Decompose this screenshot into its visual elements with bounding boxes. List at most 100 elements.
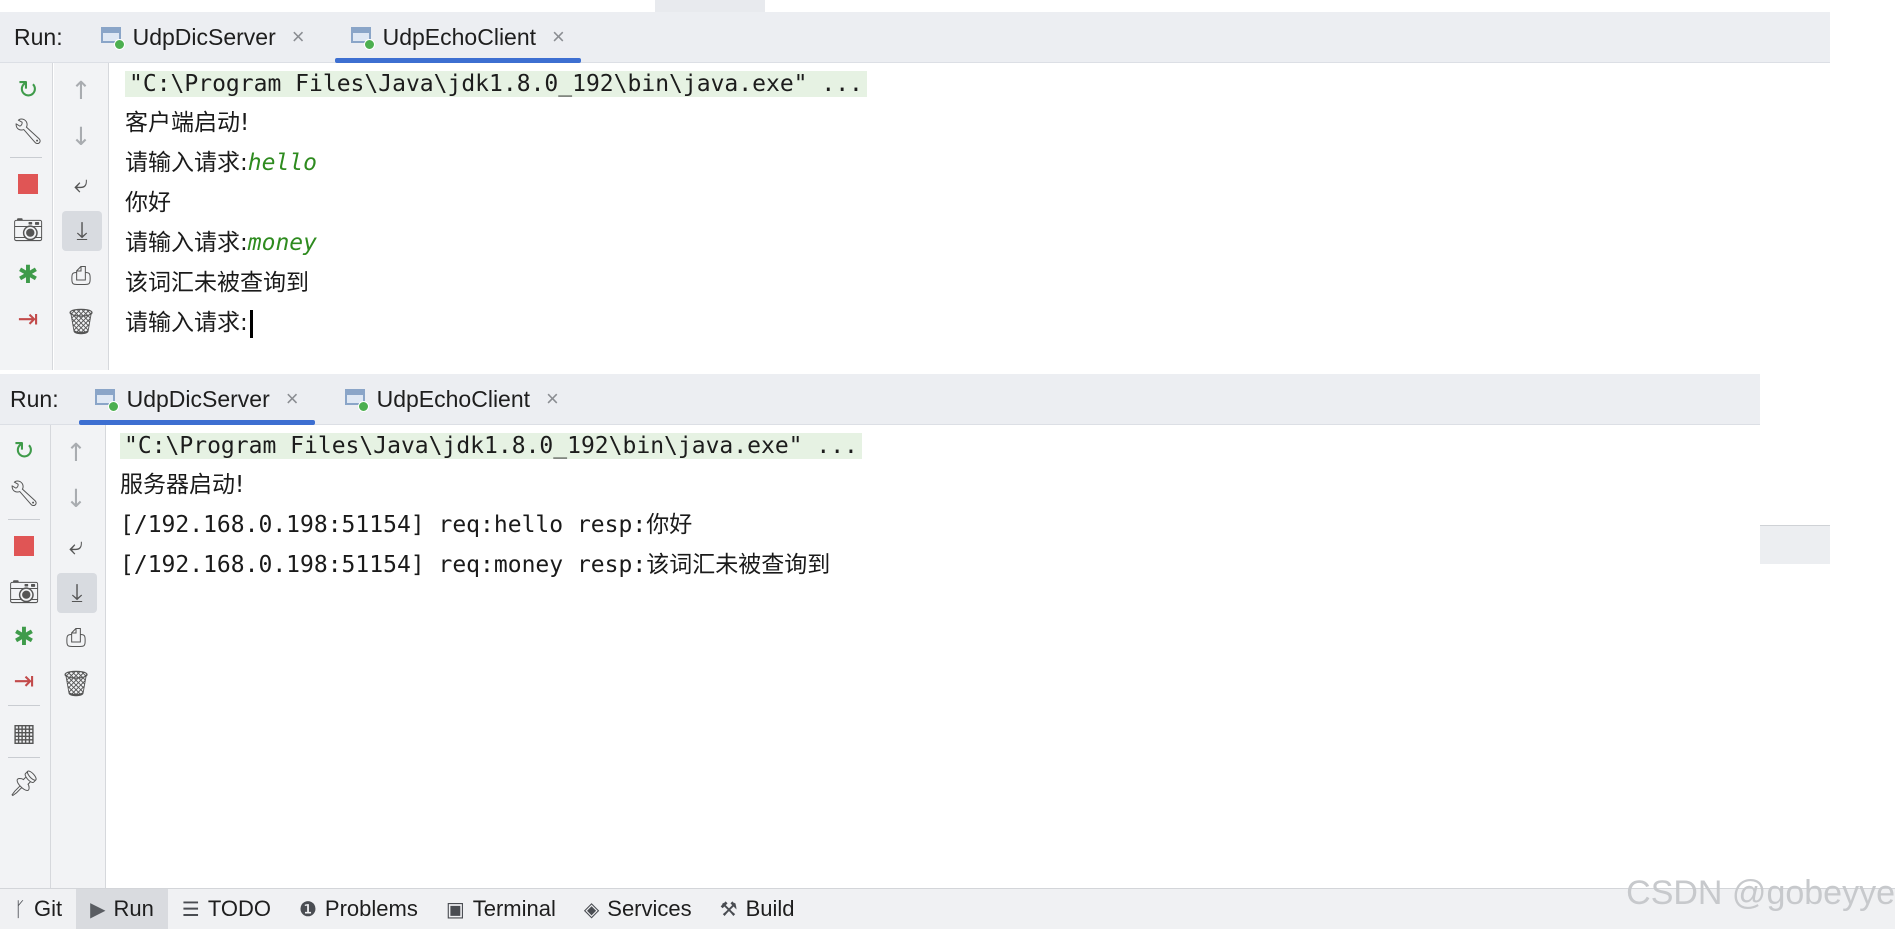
tool-tab-label: Git xyxy=(34,896,63,921)
tool-tab-label: Terminal xyxy=(472,896,556,921)
tool-tab-build[interactable]: ⚒ Build xyxy=(706,889,809,929)
command-text: "C:\Program Files\Java\jdk1.8.0_192\bin\… xyxy=(125,71,867,97)
rerun-icon[interactable]: ↻ xyxy=(7,433,41,467)
terminal-icon: ▣ xyxy=(445,897,465,921)
todo-list-icon: ☰ xyxy=(181,897,200,921)
wrench-icon[interactable]: 🔧︎ xyxy=(11,115,45,149)
toolbar-separator xyxy=(10,157,42,158)
stop-icon[interactable] xyxy=(11,167,45,201)
tab-udp-dic-server[interactable]: UdpDicServer × xyxy=(85,12,321,62)
close-icon[interactable]: × xyxy=(292,24,305,50)
run-toolbar: ↻ 🔧︎ 📷︎ ✱ ⇥ ▦ 📌︎ xyxy=(0,425,51,888)
tool-tab-run[interactable]: ▶ Run xyxy=(76,889,168,929)
background-window-fragment xyxy=(655,0,765,12)
console-line: 请输入请求:money xyxy=(125,226,317,260)
console-line: 你好 xyxy=(125,190,171,216)
client-console-output[interactable]: "C:\Program Files\Java\jdk1.8.0_192\bin\… xyxy=(125,63,1815,363)
tab-label: UdpEchoClient xyxy=(376,385,531,412)
toolbar-separator xyxy=(8,705,40,706)
tool-tab-problems[interactable]: ❶ Problems xyxy=(285,889,432,929)
tool-tab-terminal[interactable]: ▣ Terminal xyxy=(432,889,570,929)
print-icon[interactable]: ⎙ xyxy=(64,259,98,293)
pin-icon[interactable]: 📌︎ xyxy=(7,767,41,801)
tab-udp-echo-client[interactable]: UdpEchoClient × xyxy=(329,374,575,424)
build-hammer-icon: ⚒ xyxy=(719,897,738,921)
command-line: "C:\Program Files\Java\jdk1.8.0_192\bin\… xyxy=(120,429,862,463)
import-icon[interactable]: ⇥ xyxy=(7,663,41,697)
services-icon: ◈ xyxy=(583,897,600,921)
tool-tab-label: Build xyxy=(745,896,795,921)
trash-icon[interactable]: 🗑︎ xyxy=(64,305,98,339)
debug-bug-icon[interactable]: ✱ xyxy=(11,257,45,291)
command-line: "C:\Program Files\Java\jdk1.8.0_192\bin\… xyxy=(125,67,867,101)
watermark: CSDN @gobeyye xyxy=(1626,874,1895,912)
console-line: [/192.168.0.198:51154] req:money resp:该词… xyxy=(120,548,830,582)
close-icon[interactable]: × xyxy=(552,24,565,50)
tool-tab-label: Services xyxy=(607,896,692,921)
tool-tab-todo[interactable]: ☰ TODO xyxy=(168,889,285,929)
soft-wrap-icon[interactable]: ⤶ xyxy=(59,529,93,563)
console-toolbar: ↑ ↓ ⤶ ⤓ ⎙ 🗑︎ xyxy=(54,63,109,370)
command-text: "C:\Program Files\Java\jdk1.8.0_192\bin\… xyxy=(120,433,862,459)
tab-udp-echo-client[interactable]: UdpEchoClient × xyxy=(334,12,582,63)
scroll-to-end-icon[interactable]: ⤓ xyxy=(62,211,102,251)
console-line: 请输入请求: xyxy=(125,306,253,340)
print-icon[interactable]: ⎙ xyxy=(59,621,93,655)
tool-tab-services[interactable]: ◈ Services xyxy=(570,889,706,929)
tab-label: UdpDicServer xyxy=(132,23,276,50)
tool-tab-label: Problems xyxy=(324,896,418,921)
trash-icon[interactable]: 🗑︎ xyxy=(59,667,93,701)
toolbar-separator xyxy=(8,757,40,758)
console-line: 服务器启动! xyxy=(120,472,245,498)
tool-tab-label: Run xyxy=(113,896,154,921)
run-config-icon xyxy=(350,27,375,50)
client-run-tabbar: Run: UdpDicServer × UdpEchoClient × xyxy=(0,12,1830,63)
log-response: 该词汇未被查询到 xyxy=(646,552,831,578)
debug-bug-icon[interactable]: ✱ xyxy=(7,619,41,653)
prompt-text: 请输入请求: xyxy=(125,150,248,176)
tool-window-bar: ᚴ Git ▶ Run ☰ TODO ❶ Problems ▣ Terminal ◈ Ser… xyxy=(0,888,1895,929)
git-branch-icon: ᚴ xyxy=(14,897,26,921)
close-icon[interactable]: × xyxy=(546,386,559,412)
layout-icon[interactable]: ▦ xyxy=(7,715,41,749)
console-line: 请输入请求:hello xyxy=(125,146,317,180)
run-play-icon: ▶ xyxy=(90,897,106,921)
prompt-text: 请输入请求: xyxy=(125,310,248,336)
tab-label: UdpDicServer xyxy=(126,385,270,412)
stop-icon[interactable] xyxy=(7,529,41,563)
log-text: [/192.168.0.198:51154] req:hello resp: xyxy=(120,512,647,538)
rerun-icon[interactable]: ↻ xyxy=(11,72,45,106)
console-toolbar: ↑ ↓ ⤶ ⤓ ⎙ 🗑︎ xyxy=(51,425,106,888)
run-config-icon xyxy=(344,389,369,412)
up-arrow-icon[interactable]: ↑ xyxy=(59,435,93,469)
wrench-icon[interactable]: 🔧︎ xyxy=(7,477,41,511)
tool-tab-git[interactable]: ᚴ Git xyxy=(0,889,76,929)
run-toolbar: ↻ 🔧︎ 📷︎ ✱ ⇥ xyxy=(0,63,53,370)
soft-wrap-icon[interactable]: ⤶ xyxy=(64,167,98,201)
prompt-text: 请输入请求: xyxy=(125,230,248,256)
server-console-output[interactable]: "C:\Program Files\Java\jdk1.8.0_192\bin\… xyxy=(120,425,1750,880)
log-response: 你好 xyxy=(646,512,693,538)
run-label: Run: xyxy=(14,23,63,50)
camera-icon[interactable]: 📷︎ xyxy=(11,213,45,247)
camera-icon[interactable]: 📷︎ xyxy=(7,575,41,609)
import-icon[interactable]: ⇥ xyxy=(11,301,45,335)
text-caret xyxy=(249,309,253,338)
run-config-icon xyxy=(94,389,119,412)
console-line: 该词汇未被查询到 xyxy=(125,270,309,296)
down-arrow-icon[interactable]: ↓ xyxy=(59,481,93,515)
server-run-tabbar: Run: UdpDicServer × UdpEchoClient × xyxy=(0,374,1760,425)
up-arrow-icon[interactable]: ↑ xyxy=(64,73,98,107)
run-config-icon xyxy=(100,27,125,50)
server-run-panel: Run: UdpDicServer × UdpEchoClient × ↻ 🔧︎… xyxy=(0,374,1760,888)
problems-icon: ❶ xyxy=(298,897,317,921)
log-text: [/192.168.0.198:51154] req:money resp: xyxy=(120,552,647,578)
toolbar-separator xyxy=(8,519,40,520)
tab-udp-dic-server[interactable]: UdpDicServer × xyxy=(78,374,315,425)
scroll-to-end-icon[interactable]: ⤓ xyxy=(57,573,97,613)
user-input: hello xyxy=(247,150,317,176)
close-icon[interactable]: × xyxy=(286,386,299,412)
user-input: money xyxy=(247,230,317,256)
down-arrow-icon[interactable]: ↓ xyxy=(64,119,98,153)
console-line: 客户端启动! xyxy=(125,110,250,136)
